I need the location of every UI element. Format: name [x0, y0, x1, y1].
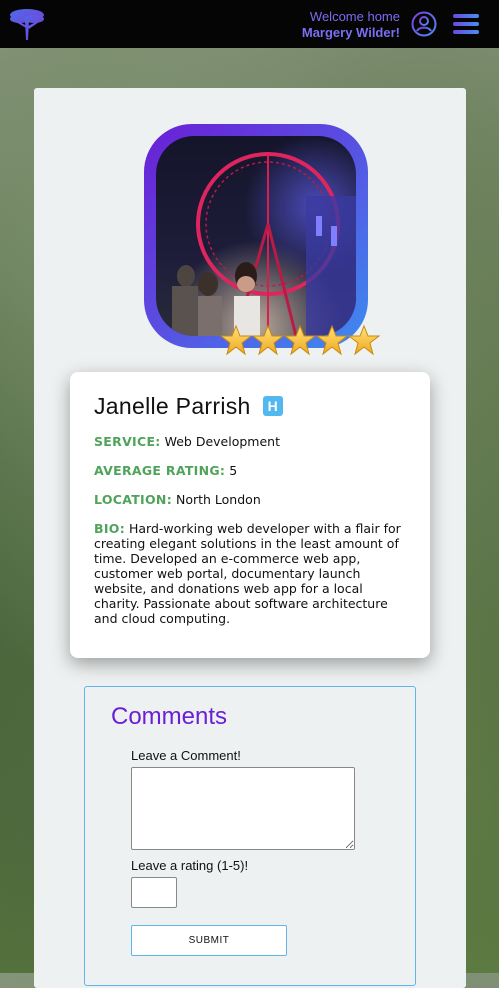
user-name: Margery Wilder!: [301, 25, 400, 40]
comment-label: Leave a Comment!: [131, 748, 241, 763]
location-label: LOCATION:: [94, 492, 172, 507]
avg-rating-label: AVERAGE RATING:: [94, 463, 226, 478]
welcome-text: Welcome home: [309, 9, 400, 24]
hamburger-menu-icon[interactable]: [453, 13, 479, 35]
comments-section: Comments Leave a Comment! Leave a rating…: [84, 686, 416, 986]
tree-logo-icon[interactable]: [8, 6, 46, 42]
comment-textarea[interactable]: [131, 767, 355, 850]
comments-title: Comments: [111, 703, 228, 730]
rating-label: Leave a rating (1-5)!: [131, 858, 249, 873]
bio-value: Hard-working web developer with a flair …: [94, 521, 401, 626]
profile-card: Janelle Parrish H SERVICE: Web Developme…: [70, 372, 430, 658]
star-icon: [220, 324, 253, 356]
location-value: North London: [175, 492, 261, 507]
star-icon: [251, 324, 285, 356]
star-icon: [315, 324, 349, 356]
service-field: SERVICE: Web Development: [94, 434, 406, 449]
submit-button[interactable]: SUBMIT: [131, 925, 287, 956]
star-icon: [283, 324, 317, 356]
welcome-message: Welcome home Margery Wilder!: [302, 9, 400, 41]
user-circle-icon[interactable]: [411, 11, 437, 37]
avg-rating-field: AVERAGE RATING: 5: [94, 463, 406, 478]
top-navbar: Welcome home Margery Wilder!: [0, 0, 499, 48]
location-field: LOCATION: North London: [94, 492, 406, 507]
rating-input[interactable]: [131, 877, 177, 908]
bio-field: BIO: Hard-working web developer with a f…: [94, 521, 406, 626]
service-label: SERVICE:: [94, 434, 161, 449]
star-rating: [220, 324, 381, 356]
h-badge-icon: H: [262, 396, 283, 416]
profile-name: Janelle Parrish: [94, 392, 251, 419]
name-row: Janelle Parrish H: [94, 392, 406, 420]
profile-photo: [156, 136, 356, 336]
ferris-wheel-photo: [172, 152, 356, 336]
service-value: Web Development: [164, 434, 280, 449]
star-icon: [347, 324, 381, 356]
avg-rating-value: 5: [229, 463, 238, 478]
bio-label: BIO:: [94, 521, 126, 536]
